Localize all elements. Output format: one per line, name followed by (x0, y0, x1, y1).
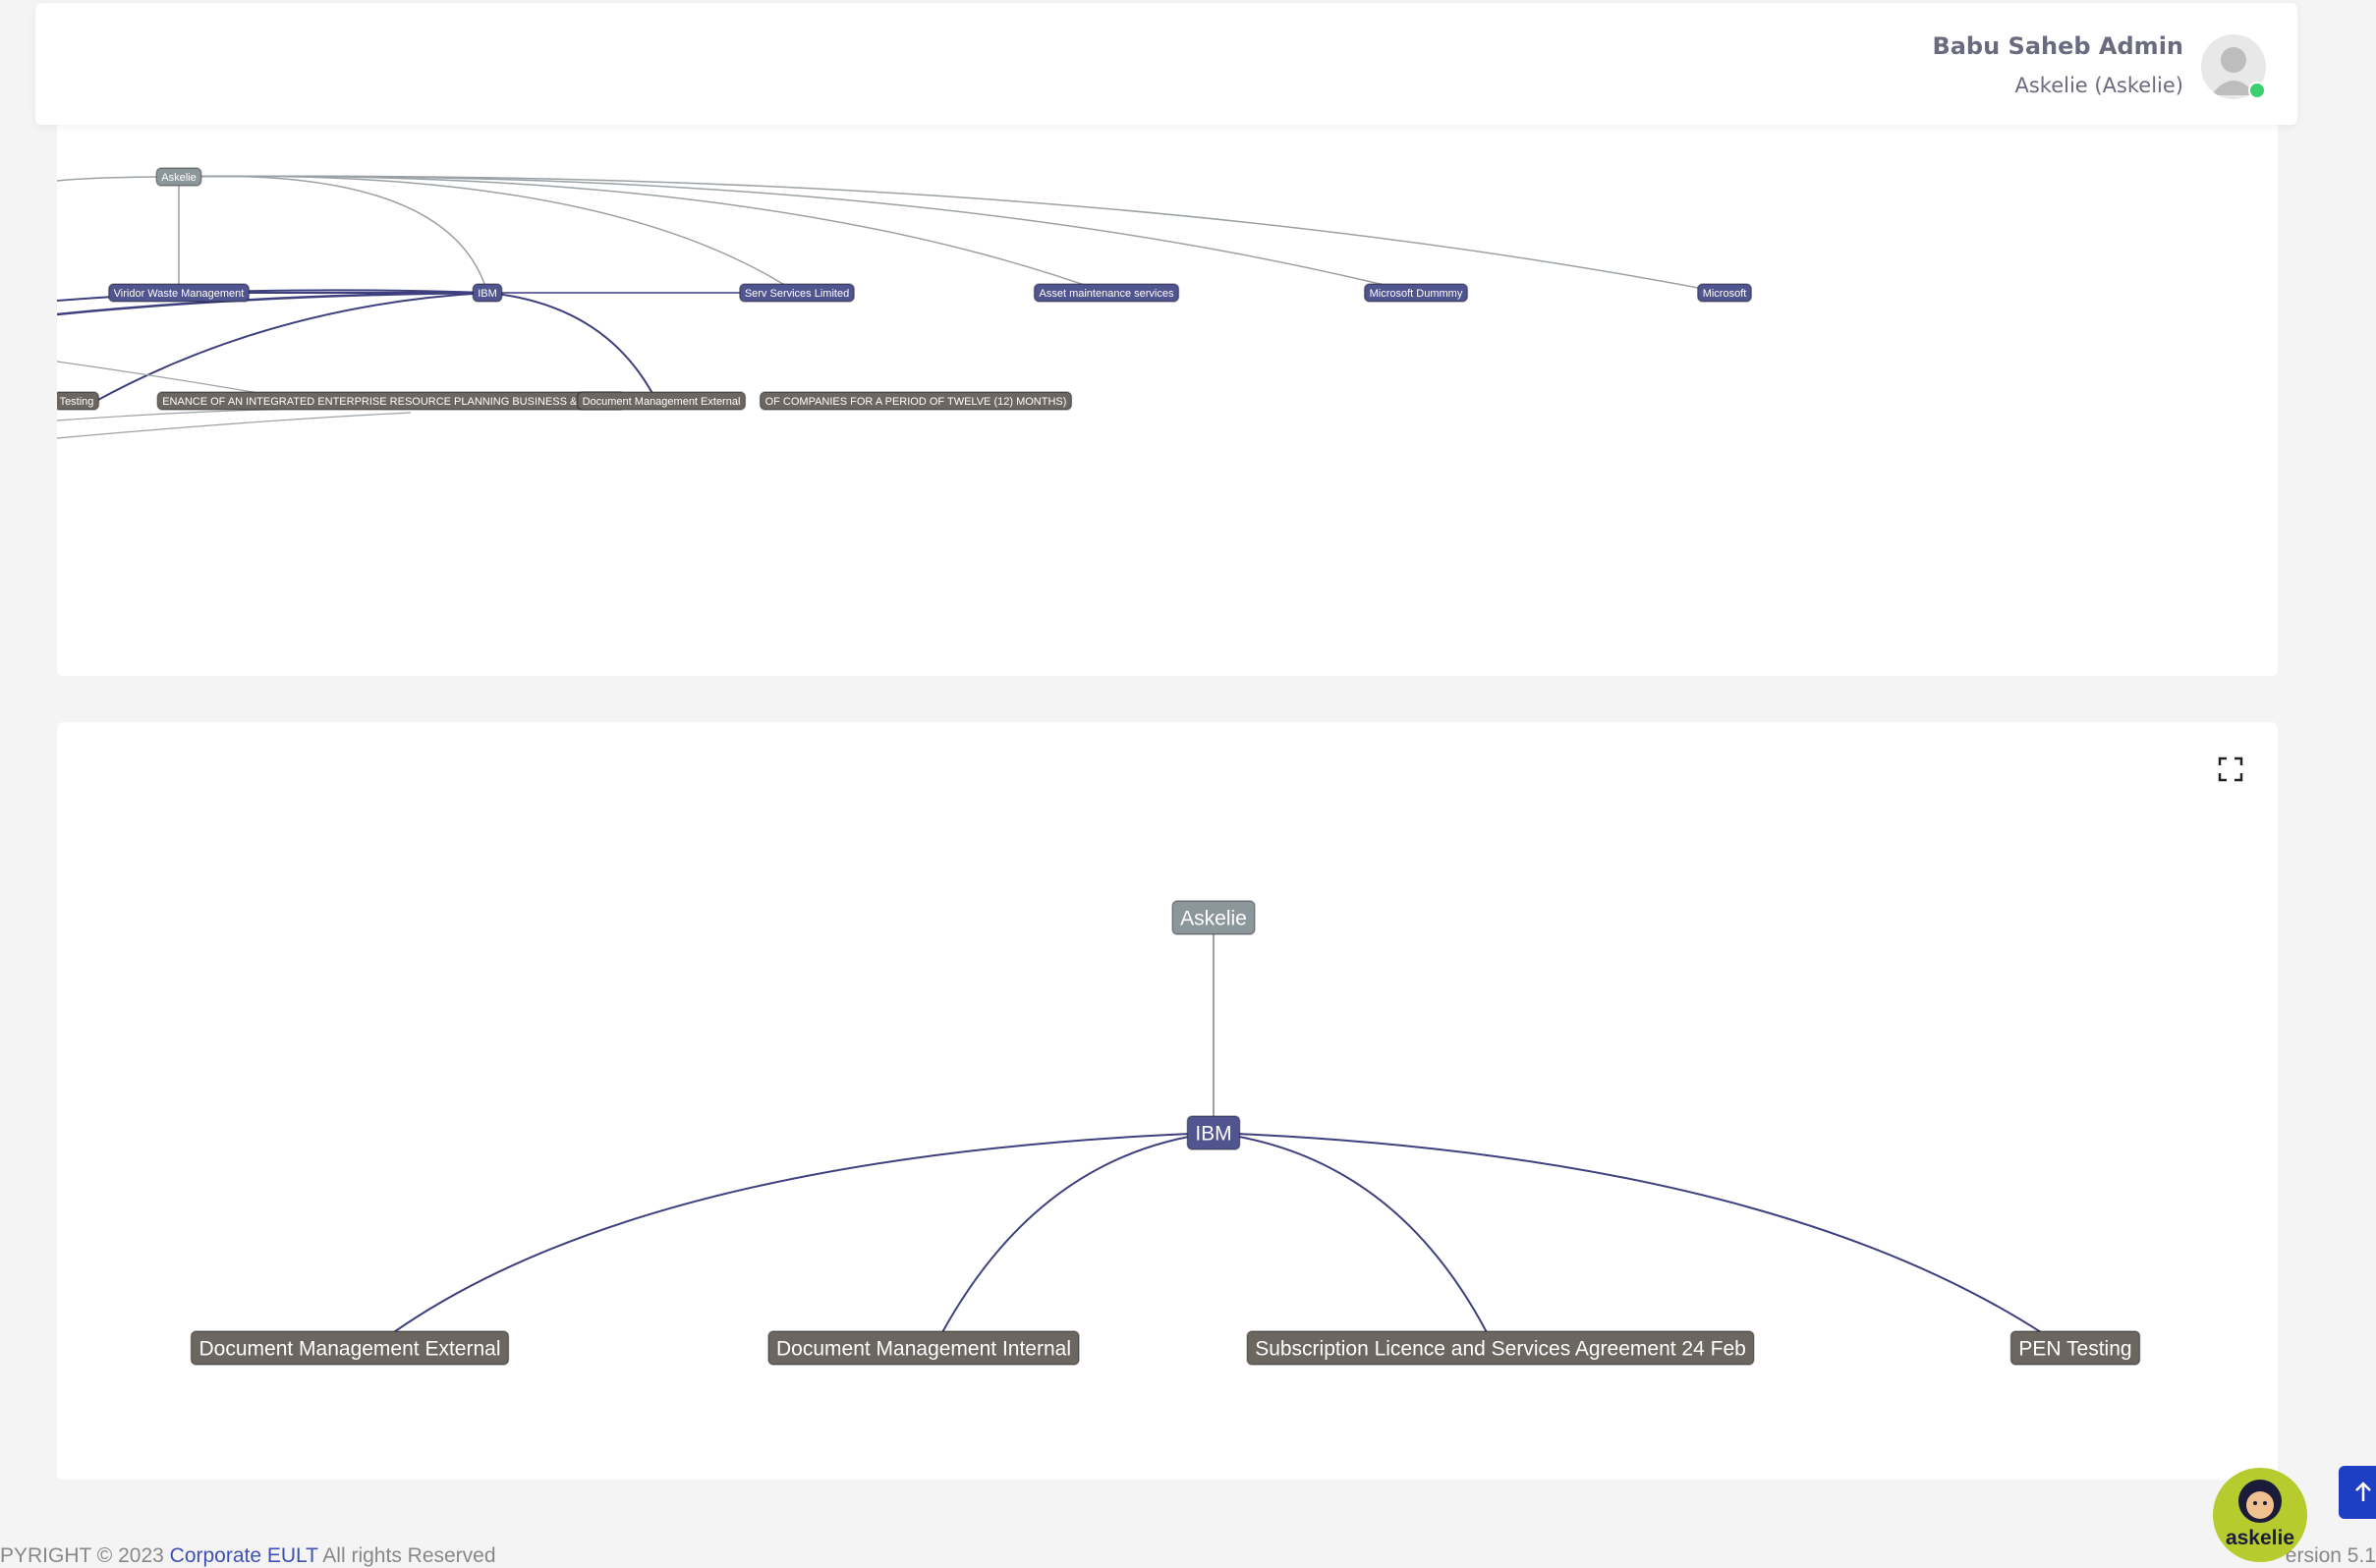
arrow-up-icon (2355, 1482, 2371, 1501)
overview-company-node-label: Microsoft (1703, 288, 1747, 300)
copyright-link[interactable]: Corporate EULT (170, 1544, 318, 1567)
edge-root (178, 175, 488, 294)
assistant-label: askelie (2225, 1527, 2295, 1549)
overview-company-node[interactable]: Asset maintenance services (1033, 283, 1180, 303)
detail-contract-node[interactable]: Subscription Licence and Services Agreem… (1246, 1330, 1755, 1366)
detail-contract-node-label: Document Management External (199, 1338, 501, 1361)
edge-company (390, 1132, 1215, 1335)
company-graph[interactable]: Askelie IBM Document Management External Do… (57, 722, 2278, 1480)
scroll-to-top-button[interactable] (2339, 1466, 2376, 1519)
overview-company-node[interactable]: Microsoft (1696, 283, 1753, 303)
user-name[interactable]: Babu Saheb Admin (1932, 32, 2183, 60)
overview-company-node-label: Serv Services Limited (745, 288, 849, 300)
detail-contract-node[interactable]: PEN Testing (2009, 1330, 2141, 1366)
detail-contract-node[interactable]: Document Management Internal (767, 1330, 1080, 1366)
overview-company-node[interactable]: IBM (472, 283, 503, 303)
overview-graph-panel: Askelie Viridor Waste Management IBM Serv S… (57, 88, 2278, 676)
edge-root (178, 175, 1725, 294)
overview-company-node-label: Viridor Waste Management (114, 288, 245, 300)
detail-contract-node-label: Document Management Internal (776, 1338, 1071, 1361)
detail-root-node-label: Askelie (1180, 908, 1247, 930)
overview-root-node[interactable]: Askelie (155, 167, 202, 187)
detail-company-node[interactable]: IBM (1186, 1115, 1241, 1150)
edge-company (486, 292, 657, 402)
detail-company-node-label: IBM (1195, 1123, 1231, 1146)
company-graph-panel: Askelie IBM Document Management External Do… (57, 722, 2278, 1480)
overview-contract-node-label: OF COMPANIES FOR A PERIOD OF TWELVE (12)… (765, 396, 1067, 408)
footer-copyright: PYRIGHT © 2023 Corporate EULT All rights… (0, 1544, 496, 1568)
overview-contract-node[interactable]: ENANCE OF AN INTEGRATED ENTERPRISE RESOU… (156, 391, 626, 411)
overview-root-node-label: Askelie (161, 172, 196, 184)
edge-root (178, 175, 798, 294)
overview-contract-node[interactable]: OF COMPANIES FOR A PERIOD OF TWELVE (12)… (759, 391, 1073, 411)
askelie-assistant-button[interactable]: askelie (2213, 1468, 2307, 1562)
online-status-icon (2248, 82, 2266, 99)
edge-company (1213, 1132, 1489, 1335)
overview-graph[interactable]: Askelie Viridor Waste Management IBM Serv S… (57, 88, 2278, 676)
overview-contract-node-label: Testing (60, 396, 94, 408)
detail-root-node[interactable]: Askelie (1171, 900, 1256, 935)
user-organization: Askelie (Askelie) (2014, 74, 2183, 97)
detail-contract-node-label: Subscription Licence and Services Agreem… (1255, 1338, 1746, 1361)
overview-company-node[interactable]: Serv Services Limited (739, 283, 855, 303)
edge-root (178, 175, 1417, 294)
edge-company (95, 292, 488, 402)
detail-contract-node-label: PEN Testing (2018, 1338, 2131, 1361)
copyright-text: PYRIGHT © 2023 (0, 1544, 170, 1567)
overview-contract-node-label: ENANCE OF AN INTEGRATED ENTERPRISE RESOU… (162, 396, 620, 408)
overview-company-node-label: Microsoft Dummmy (1370, 288, 1463, 300)
overview-contract-node[interactable]: Testing (57, 391, 100, 411)
overview-company-node[interactable]: Viridor Waste Management (107, 283, 251, 303)
edge-company (1213, 1132, 2045, 1335)
detail-contract-node[interactable]: Document Management External (190, 1330, 510, 1366)
overview-contract-node-label: Document Management External (583, 396, 741, 408)
overview-company-node[interactable]: Microsoft Dummmy (1363, 283, 1469, 303)
edge-root (178, 175, 1107, 294)
overview-company-node-label: IBM (478, 288, 497, 300)
overview-company-node-label: Asset maintenance services (1040, 288, 1174, 300)
top-header: Babu Saheb Admin Askelie (Askelie) (35, 3, 2297, 125)
overview-contract-node[interactable]: Document Management External (576, 391, 747, 411)
copyright-rights: All rights Reserved (317, 1544, 496, 1567)
edge-company (940, 1132, 1215, 1335)
